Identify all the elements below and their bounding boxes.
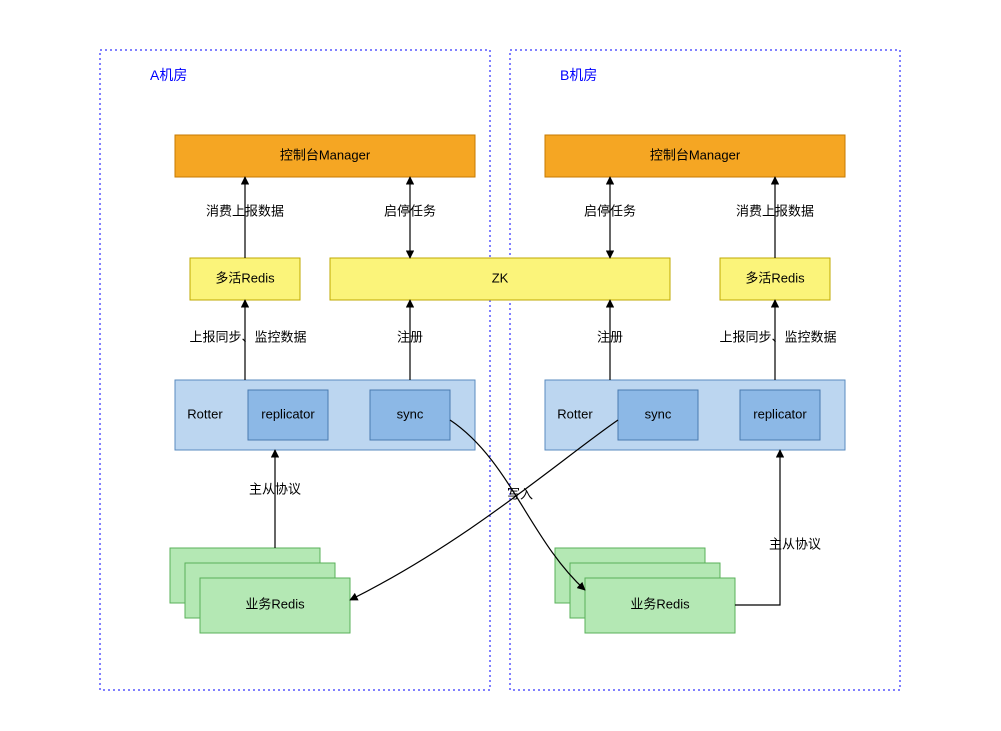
- sync-b-label: sync: [645, 406, 672, 421]
- region-b-title: B机房: [560, 67, 597, 83]
- edge-report-a-label: 上报同步、监控数据: [189, 329, 306, 344]
- manager-b-label: 控制台Manager: [650, 147, 741, 162]
- redis-a-label: 多活Redis: [215, 270, 275, 285]
- biz-b-label: 业务Redis: [630, 596, 690, 611]
- region-a-title: A机房: [150, 67, 187, 83]
- edge-master-b-label: 主从协议: [769, 536, 821, 551]
- edge-write-label: 写入: [507, 486, 533, 501]
- edge-register-b-label: 注册: [597, 329, 623, 344]
- edge-register-a-label: 注册: [397, 329, 423, 344]
- biz-a-label: 业务Redis: [245, 596, 305, 611]
- edge-startstop-a-label: 启停任务: [384, 203, 436, 218]
- edge-startstop-b-label: 启停任务: [584, 203, 636, 218]
- rotter-a-label: Rotter: [187, 406, 223, 421]
- redis-b-label: 多活Redis: [745, 270, 805, 285]
- architecture-diagram: A机房 B机房 控制台Manager 控制台Manager 多活Redis ZK…: [0, 0, 1001, 731]
- edge-consume-b-label: 消费上报数据: [736, 203, 814, 218]
- rotter-b-label: Rotter: [557, 406, 593, 421]
- manager-a-label: 控制台Manager: [280, 147, 371, 162]
- zk-label: ZK: [492, 270, 509, 285]
- edge-master-a-label: 主从协议: [249, 481, 301, 496]
- sync-a-label: sync: [397, 406, 424, 421]
- edge-report-b-label: 上报同步、监控数据: [719, 329, 836, 344]
- replicator-a-label: replicator: [261, 406, 315, 421]
- edge-consume-a-label: 消费上报数据: [206, 203, 284, 218]
- replicator-b-label: replicator: [753, 406, 807, 421]
- edge-master-b: [735, 450, 780, 605]
